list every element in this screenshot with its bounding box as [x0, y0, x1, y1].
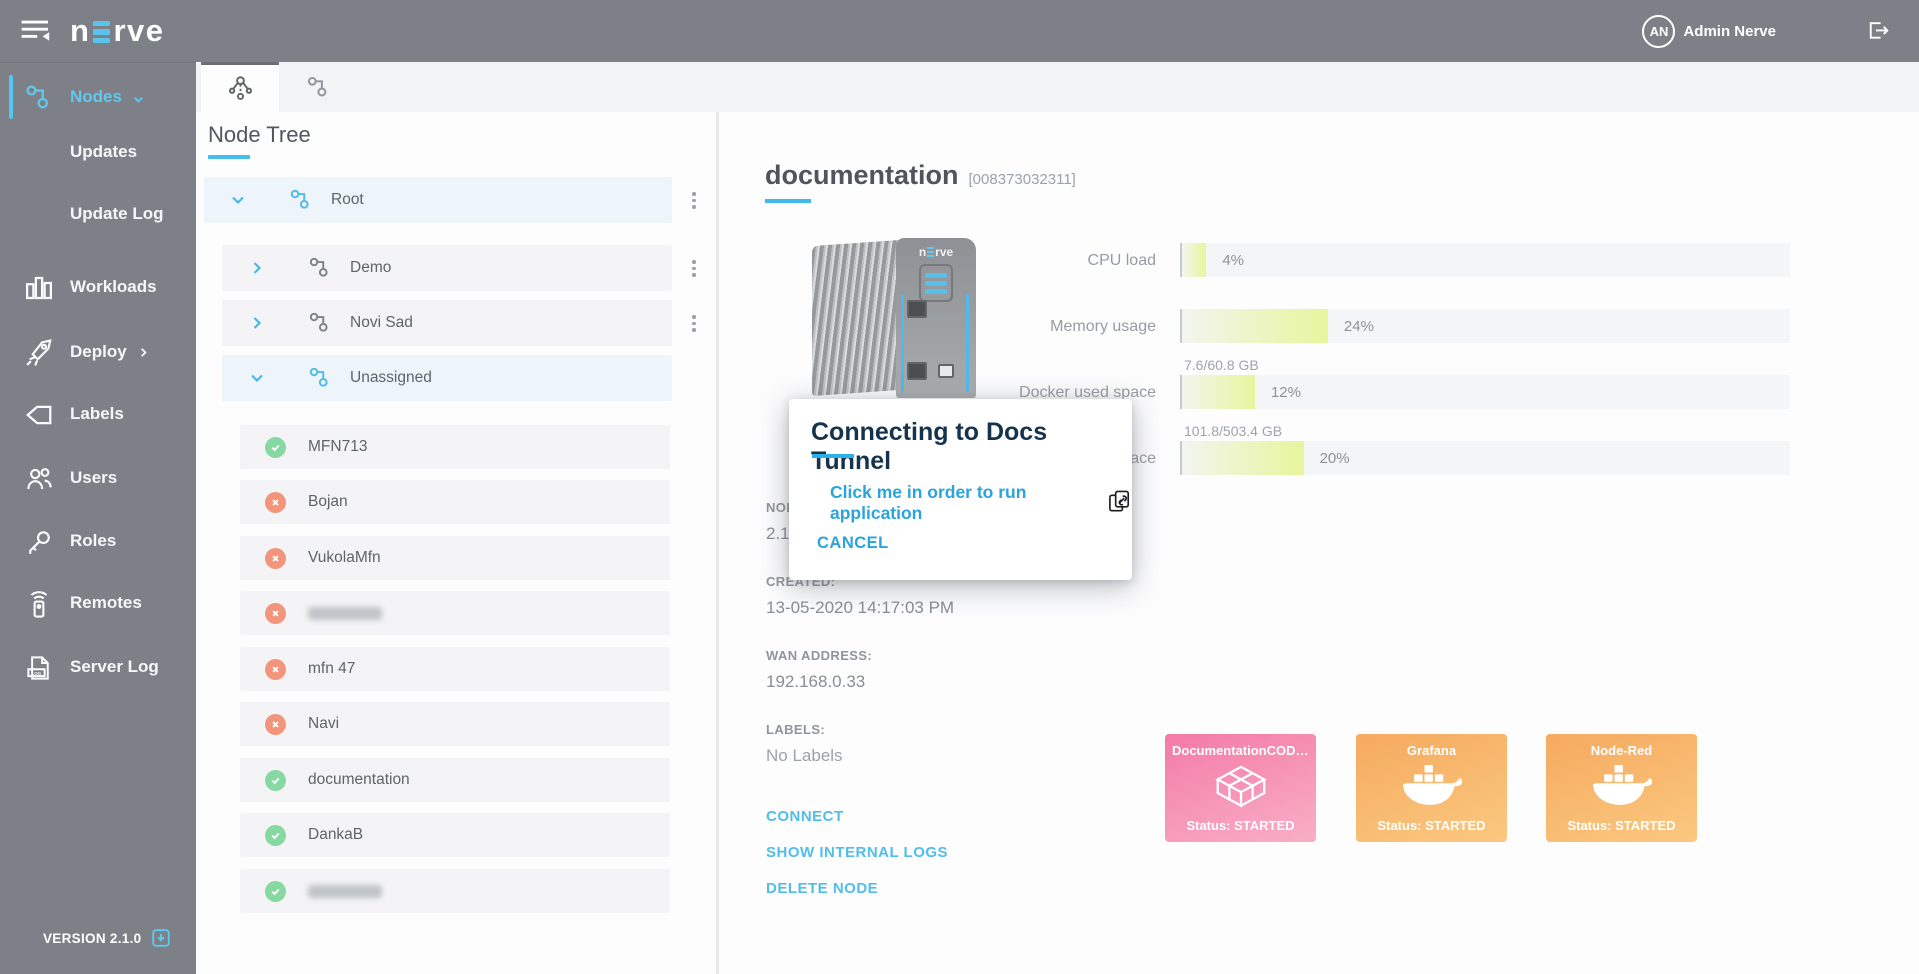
dialog-title: Connecting to Docs Tunnel — [811, 418, 1132, 476]
cancel-button[interactable]: CANCEL — [817, 534, 889, 553]
copy-link-icon[interactable] — [1107, 489, 1132, 517]
dialog-title-underline — [812, 454, 854, 458]
connect-tunnel-dialog: Connecting to Docs Tunnel Click me in or… — [789, 399, 1132, 580]
run-application-label: Click me in order to run application — [830, 482, 1093, 524]
nerve-app: n rve AN Admin Nerve Nodes — [0, 0, 1919, 974]
run-application-link[interactable]: Click me in order to run application — [830, 482, 1132, 524]
